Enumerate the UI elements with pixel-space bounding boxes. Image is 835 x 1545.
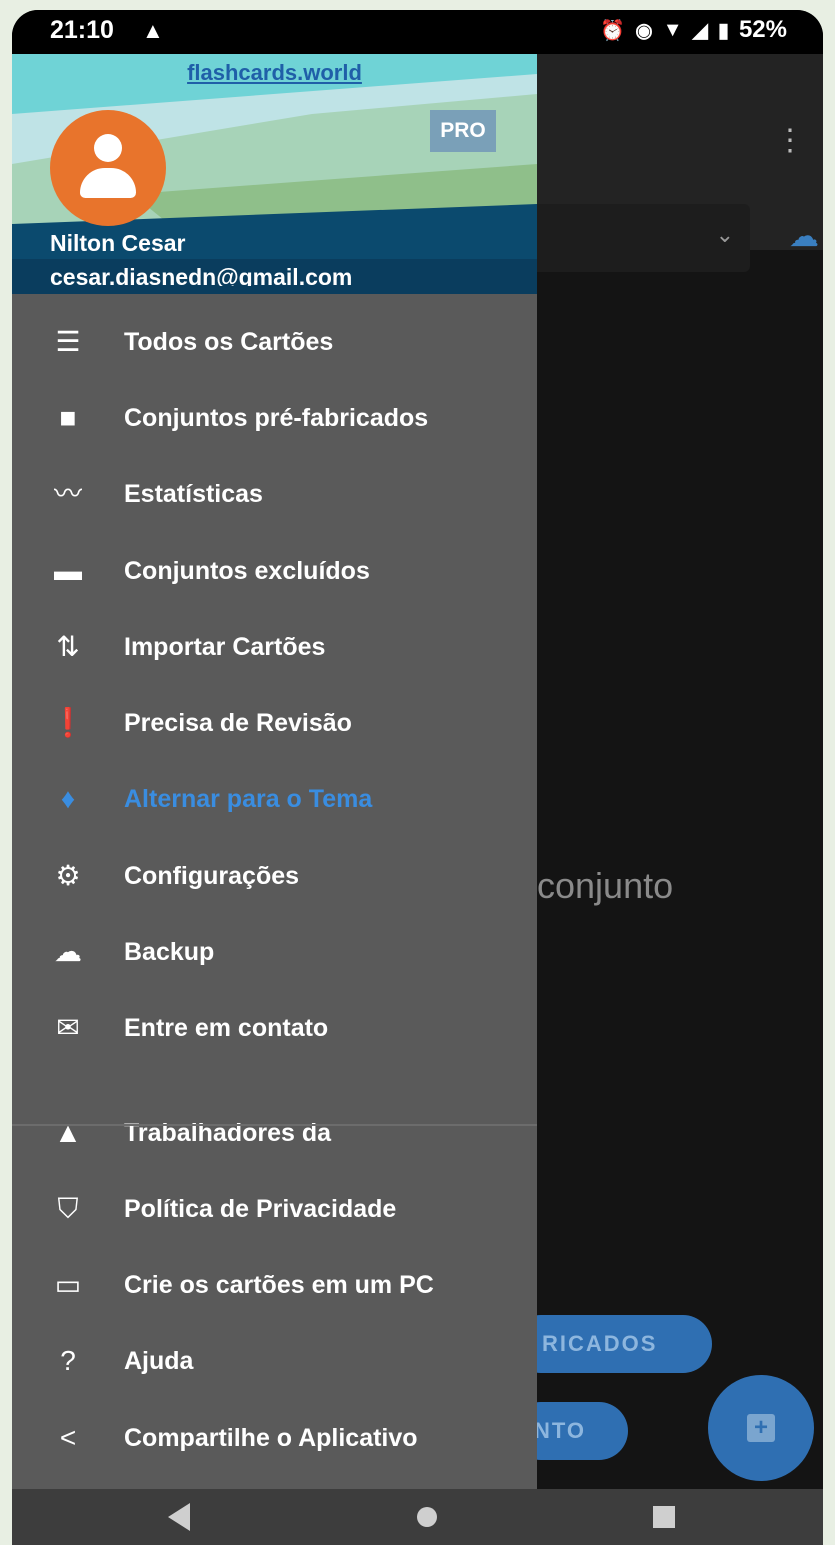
menu-item-workers[interactable]: ▲ Trabalhadores da	[12, 1103, 537, 1163]
menu-label: Precisa de Revisão	[124, 708, 352, 737]
menu-label: Configurações	[124, 861, 300, 890]
overflow-menu-icon[interactable]: ⋮	[775, 126, 805, 156]
share-icon: <	[59, 1422, 77, 1453]
menu-item-statistics[interactable]: 〰 Estatísticas	[12, 464, 537, 524]
pro-badge: PRO	[430, 110, 496, 152]
status-time: 21:10	[50, 16, 114, 44]
battery-percent: 52%	[738, 16, 787, 43]
cloud-upload-icon[interactable]: ☁	[789, 219, 819, 254]
menu-item-create-on-pc[interactable]: ▭ Crie os cartões em um PC	[12, 1255, 537, 1315]
home-icon[interactable]	[417, 1507, 437, 1527]
laptop-icon: ▭	[54, 1269, 82, 1300]
menu-label: Alternar para o Tema	[124, 784, 373, 813]
menu-item-needs-review[interactable]: ❗ Precisa de Revisão	[12, 693, 537, 753]
menu-label: Trabalhadores da	[124, 1118, 332, 1147]
user-email: cesar.diasnedn@gmail.com	[50, 264, 353, 286]
shield-icon: ⛉	[57, 1193, 79, 1224]
system-nav-bar	[12, 1489, 823, 1545]
menu-label: Ajuda	[124, 1346, 194, 1375]
menu-item-settings[interactable]: ⚙ Configurações	[12, 846, 537, 906]
gear-icon: ⚙	[55, 860, 81, 891]
phone-screen: ⋮ ⌄ ☁ conjunto RICADOS NTO + 21:10 ▲ ⏰ ◉…	[12, 10, 823, 1545]
empty-state-text: conjunto	[537, 865, 674, 906]
site-link[interactable]: flashcards.world	[12, 60, 537, 86]
menu-item-backup[interactable]: ☁ Backup	[12, 922, 537, 982]
briefcase-icon: ■	[59, 402, 77, 433]
menu-item-import-cards[interactable]: ⇅ Importar Cartões	[12, 617, 537, 677]
back-icon[interactable]	[168, 1503, 190, 1531]
wifi-icon: ▼	[662, 18, 683, 41]
alarm-icon: ⏰	[600, 19, 626, 42]
menu-label: Backup	[124, 937, 215, 966]
menu-label: Todos os Cartões	[124, 327, 334, 356]
menu-item-help[interactable]: ? Ajuda	[12, 1331, 537, 1391]
import-icon: ⇅	[56, 631, 80, 662]
add-icon: +	[747, 1414, 775, 1442]
menu-label: Estatísticas	[124, 479, 263, 508]
signal-icon: ◢	[692, 19, 708, 42]
battery-icon: ▮	[717, 19, 729, 42]
menu-item-deleted-sets[interactable]: ▬ Conjuntos excluídos	[12, 541, 537, 601]
menu-label: Compartilhe o Aplicativo	[124, 1423, 418, 1452]
menu-divider	[12, 1124, 537, 1126]
menu-item-privacy-policy[interactable]: ⛉ Política de Privacidade	[12, 1179, 537, 1239]
notification-icon: ▲	[142, 18, 164, 43]
menu-item-all-cards[interactable]: ☰ Todos os Cartões	[12, 312, 537, 372]
drawer-header: flashcards.world PRO Nilton Cesar cesar.…	[12, 54, 537, 294]
menu-item-share-app[interactable]: < Compartilhe o Aplicativo	[12, 1408, 537, 1468]
avatar-person-body	[80, 168, 136, 198]
prefab-sets-button[interactable]: RICADOS	[512, 1315, 712, 1373]
menu-item-switch-theme[interactable]: ♦ Alternar para o Tema	[12, 769, 537, 829]
menu-label: Conjuntos excluídos	[124, 556, 370, 585]
avatar[interactable]	[50, 110, 166, 226]
navigation-drawer: flashcards.world PRO Nilton Cesar cesar.…	[12, 54, 537, 1489]
lightbulb-icon: ♦	[60, 783, 76, 814]
list-icon: ☰	[55, 326, 81, 357]
menu-item-contact[interactable]: ✉ Entre em contato	[12, 998, 537, 1058]
menu-label: Entre em contato	[124, 1013, 329, 1042]
menu-label: Política de Privacidade	[124, 1194, 397, 1223]
feedback-icon: ❗	[50, 707, 86, 738]
avatar-person-icon	[94, 134, 122, 162]
add-card-fab[interactable]: +	[708, 1375, 814, 1481]
recent-apps-icon[interactable]	[653, 1506, 675, 1528]
menu-label: Crie os cartões em um PC	[124, 1270, 434, 1299]
status-icons: ⏰ ◉ ▼ ◢ ▮ 52%	[600, 16, 787, 44]
trash-icon: ▬	[54, 555, 82, 586]
data-saver-icon: ◉	[635, 19, 653, 42]
status-bar: 21:10 ▲ ⏰ ◉ ▼ ◢ ▮ 52%	[12, 10, 823, 54]
menu-item-prefab-sets[interactable]: ■ Conjuntos pré-fabricados	[12, 388, 537, 448]
menu-label: Conjuntos pré-fabricados	[124, 403, 429, 432]
cloud-upload-icon: ☁	[54, 936, 82, 967]
menu-label: Importar Cartões	[124, 632, 326, 661]
help-icon: ?	[60, 1345, 76, 1376]
chevron-down-icon: ⌄	[715, 222, 734, 247]
trending-icon: 〰	[53, 478, 82, 509]
user-name: Nilton Cesar	[50, 230, 186, 256]
mail-icon: ✉	[56, 1012, 80, 1043]
set-dropdown[interactable]: ⌄	[512, 204, 750, 272]
